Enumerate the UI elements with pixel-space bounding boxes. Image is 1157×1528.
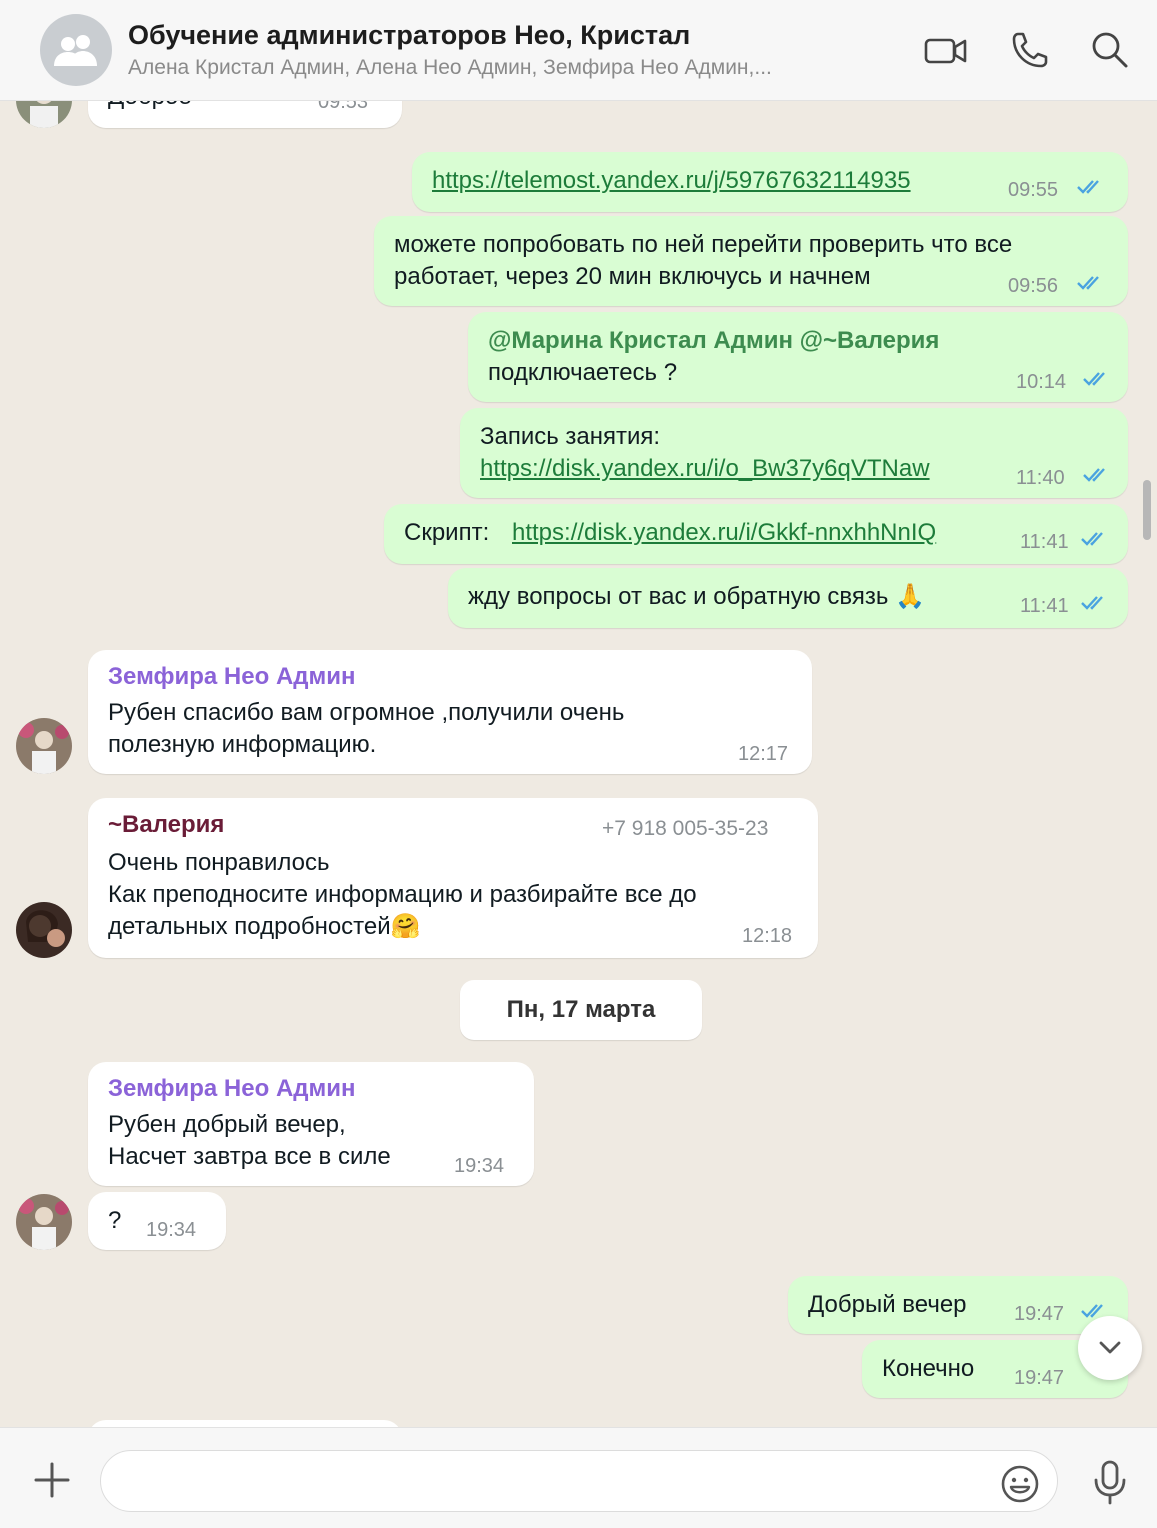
message-text: Рубен спасибо вам огромное ,получили оче… <box>108 699 625 726</box>
message-text: Добрый вечер <box>808 1291 967 1318</box>
message-link[interactable]: https://disk.yandex.ru/i/Gkkf-nnxhhNnIQ <box>512 516 936 549</box>
sender-name[interactable]: ~Валерия <box>108 808 224 841</box>
message-bubble[interactable]: Земфира Нео Админ Рубен спасибо вам огро… <box>88 650 812 774</box>
emoji-icon <box>1001 1465 1039 1503</box>
plus-icon <box>34 1462 70 1498</box>
double-check-icon <box>1083 372 1105 386</box>
message-time: 19:34 <box>454 1155 505 1177</box>
scroll-to-bottom-button[interactable] <box>1078 1316 1142 1380</box>
message-bubble[interactable]: @Марина Кристал Админ @~Валерия подключа… <box>468 312 1128 402</box>
avatar[interactable] <box>16 1194 72 1250</box>
sender-phone: +7 918 005-35-23 <box>602 817 769 840</box>
message-bubble[interactable]: ? 19:34 <box>88 1192 226 1250</box>
chat-header: Обучение администраторов Нео, Кристал Ал… <box>0 0 1157 101</box>
group-avatar[interactable] <box>40 14 112 86</box>
message-text: подключаетесь ? <box>488 359 678 386</box>
video-call-button[interactable] <box>924 28 968 72</box>
message-time: 19:47 <box>1014 1303 1065 1325</box>
avatar[interactable] <box>16 902 72 958</box>
chat-members[interactable]: Алена Кристал Админ, Алена Нео Админ, Зе… <box>128 56 888 80</box>
double-check-icon <box>1083 468 1105 482</box>
message-text: Запись занятия: <box>480 423 661 450</box>
double-check-icon <box>1077 276 1099 290</box>
message-time: 11:40 <box>1016 467 1065 489</box>
message-input[interactable] <box>100 1450 1058 1512</box>
message-text: Рубен добрый вечер, <box>108 1111 346 1138</box>
message-list[interactable]: Доброе 09:53 https://telemost.yandex.ru/… <box>0 100 1157 1427</box>
message-bubble[interactable]: Добрый вечер 19:47 <box>788 1276 1128 1334</box>
search-button[interactable] <box>1088 28 1132 72</box>
message-bubble[interactable]: https://telemost.yandex.ru/j/59767632114… <box>412 152 1128 212</box>
message-text: детальных подробностей🤗 <box>108 913 421 940</box>
date-separator: Пн, 17 марта <box>460 980 702 1040</box>
avatar[interactable] <box>16 718 72 774</box>
message-time: 09:55 <box>1008 179 1059 201</box>
message-text: полезную информацию. <box>108 731 377 758</box>
microphone-button[interactable] <box>1090 1458 1130 1506</box>
message-link[interactable]: https://telemost.yandex.ru/j/59767632114… <box>432 164 911 197</box>
double-check-icon <box>1077 180 1099 194</box>
message-text: работает, через 20 мин включусь и начнем <box>394 263 871 290</box>
video-camera-icon <box>924 38 967 64</box>
message-bubble[interactable]: можете попробовать по ней перейти провер… <box>374 216 1128 306</box>
message-text: Как преподносите информацию и разбирайте… <box>108 881 697 908</box>
message-bubble[interactable]: Земфира Нео Админ Рубен добрый вечер, На… <box>88 1062 534 1186</box>
message-link[interactable]: https://disk.yandex.ru/i/o_Bw37y6qVTNaw <box>480 452 930 485</box>
message-time: 19:34 <box>146 1219 197 1241</box>
message-text: Очень понравилось <box>108 849 330 876</box>
message-time: 10:14 <box>1016 371 1067 393</box>
message-text: Скрипт: <box>404 519 496 546</box>
message-time: 09:53 <box>318 100 369 113</box>
message-text: можете попробовать по ней перейти провер… <box>394 231 1013 258</box>
message-bubble[interactable]: Доброе 09:53 <box>88 100 402 128</box>
message-bubble[interactable]: жду вопросы от вас и обратную связь 🙏 11… <box>448 568 1128 628</box>
message-time: 11:41 <box>1020 531 1069 553</box>
composer-bar <box>0 1427 1157 1528</box>
message-time: 11:41 <box>1020 595 1069 617</box>
message-time: 12:17 <box>738 743 789 765</box>
chat-title[interactable]: Обучение администраторов Нео, Кристал <box>128 20 690 51</box>
message-text: ? <box>108 1207 122 1234</box>
chevron-down-icon <box>1099 1341 1121 1354</box>
message-time: 19:47 <box>1014 1367 1065 1389</box>
message-bubble[interactable] <box>88 1420 402 1427</box>
message-text: Конечно <box>882 1355 975 1382</box>
phone-icon <box>1012 32 1048 68</box>
message-text: Доброе <box>108 100 192 113</box>
microphone-icon <box>1094 1460 1126 1505</box>
scrollbar-thumb[interactable] <box>1143 480 1151 540</box>
message-time: 12:18 <box>742 925 793 947</box>
message-time: 09:56 <box>1008 275 1059 297</box>
double-check-icon <box>1081 596 1103 610</box>
message-bubble[interactable]: Скрипт: https://disk.yandex.ru/i/Gkkf-nn… <box>384 504 1128 564</box>
message-bubble[interactable]: Запись занятия: https://disk.yandex.ru/i… <box>460 408 1128 498</box>
attach-button[interactable] <box>30 1458 74 1502</box>
voice-call-button[interactable] <box>1008 28 1052 72</box>
double-check-icon <box>1081 532 1103 546</box>
message-bubble[interactable]: ~Валерия +7 918 005-35-23 Очень понравил… <box>88 798 818 958</box>
group-icon <box>54 35 97 66</box>
avatar[interactable] <box>16 100 72 128</box>
mention-text[interactable]: @Марина Кристал Админ @~Валерия <box>488 324 939 357</box>
sender-name[interactable]: Земфира Нео Админ <box>108 1072 356 1105</box>
search-icon <box>1092 32 1128 68</box>
emoji-button[interactable] <box>998 1462 1042 1506</box>
message-text: жду вопросы от вас и обратную связь 🙏 <box>468 583 925 610</box>
sender-name[interactable]: Земфира Нео Админ <box>108 660 356 693</box>
message-text: Насчет завтра все в силе <box>108 1143 391 1170</box>
